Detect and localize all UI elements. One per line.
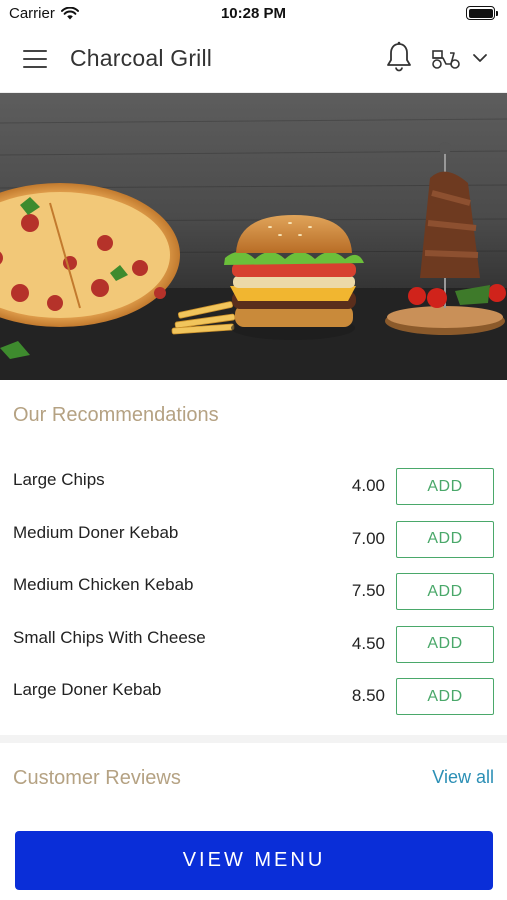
item-name: Medium Chicken Kebab xyxy=(13,575,194,594)
menu-icon[interactable] xyxy=(23,50,47,68)
app-header: Charcoal Grill xyxy=(0,26,507,93)
item-price: 7.00 xyxy=(351,528,385,548)
list-item: Small Chips With Cheese 4.50 ADD xyxy=(0,618,507,671)
add-button[interactable]: ADD xyxy=(396,520,494,558)
view-all-link[interactable]: View all xyxy=(432,767,494,788)
recommendations-list: Large Chips 4.00 ADD Medium Doner Kebab … xyxy=(0,460,507,723)
add-button[interactable]: ADD xyxy=(396,573,494,610)
item-price: 7.50 xyxy=(351,581,385,600)
scooter-icon[interactable] xyxy=(430,44,462,72)
list-item: Large Chips 4.00 ADD xyxy=(0,460,507,513)
item-name: Large Doner Kebab xyxy=(13,680,162,699)
carrier-label: Carrier xyxy=(9,4,55,22)
list-item: Medium Doner Kebab 7.00 ADD xyxy=(0,513,507,566)
chevron-down-icon[interactable] xyxy=(472,51,488,65)
page-title: Charcoal Grill xyxy=(70,45,213,71)
add-button[interactable]: ADD xyxy=(396,625,494,663)
wifi-icon xyxy=(60,6,79,19)
view-menu-button[interactable]: VIEW MENU xyxy=(15,831,493,890)
item-price: 4.50 xyxy=(351,633,385,653)
item-price: 4.00 xyxy=(351,476,385,495)
item-name: Small Chips With Cheese xyxy=(13,627,206,647)
item-name: Large Chips xyxy=(13,470,105,489)
item-name: Medium Doner Kebab xyxy=(13,522,179,542)
list-item: Large Doner Kebab 8.50 ADD xyxy=(0,670,507,723)
status-left: Carrier xyxy=(9,5,79,22)
battery-icon xyxy=(466,6,498,20)
reviews-title: Customer Reviews xyxy=(13,767,181,789)
food-banner-image xyxy=(0,93,507,380)
burger-illustration xyxy=(224,215,364,340)
list-item: Medium Chicken Kebab 7.50 ADD xyxy=(0,565,507,618)
bell-icon[interactable] xyxy=(385,41,413,73)
status-bar: Carrier 10:28 PM xyxy=(0,0,507,26)
add-button[interactable]: ADD xyxy=(396,678,494,715)
item-price: 8.50 xyxy=(351,686,385,705)
add-button[interactable]: ADD xyxy=(396,468,494,505)
section-divider xyxy=(0,735,507,743)
recommendations-title: Our Recommendations xyxy=(13,404,219,426)
